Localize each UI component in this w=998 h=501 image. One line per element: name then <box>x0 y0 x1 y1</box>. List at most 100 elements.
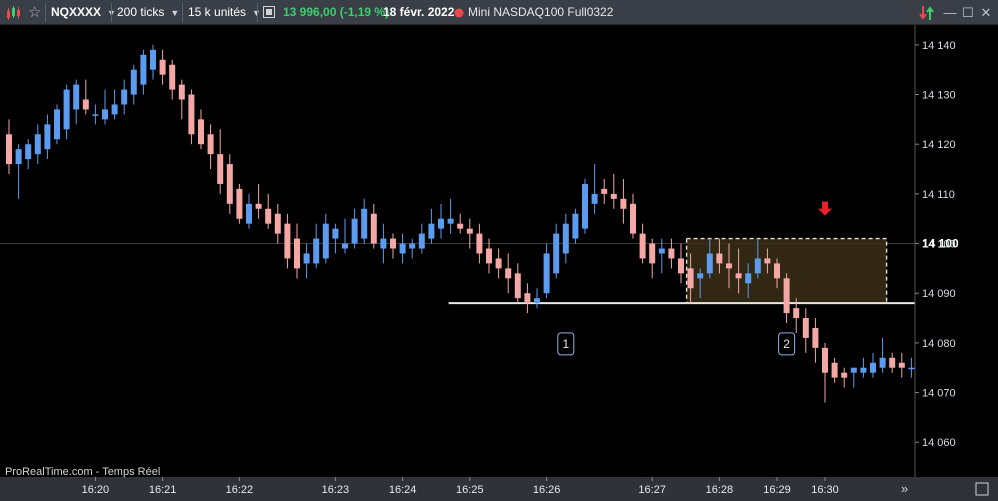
price-chart[interactable]: 12 14 14014 13014 12014 11014 10014 0901… <box>0 25 998 501</box>
candle-body <box>217 154 224 184</box>
candle-body <box>879 357 886 368</box>
candle-body <box>908 367 915 370</box>
instrument-name: Mini NASDAQ100 Full0322 <box>468 5 614 19</box>
candle-body <box>226 164 233 204</box>
candle-body <box>860 367 867 373</box>
candle-body <box>390 238 396 249</box>
candle-body <box>351 218 358 244</box>
minimize-button[interactable]: — <box>942 0 958 25</box>
candle-body <box>25 144 32 160</box>
candle-body <box>294 238 300 269</box>
candle-body <box>774 263 780 279</box>
candle-body <box>207 134 214 155</box>
y-tick-label: 14 060 <box>922 437 956 449</box>
candle-body <box>658 248 665 254</box>
candle-body <box>889 357 896 368</box>
candle-body <box>553 233 560 274</box>
candle-body <box>793 308 800 319</box>
candle-body <box>486 248 492 264</box>
candle-body <box>188 94 195 135</box>
candle-body <box>54 109 60 140</box>
candle-body <box>169 64 176 90</box>
x-tick-label: 16:23 <box>322 484 350 496</box>
candle-body <box>380 238 387 249</box>
y-tick-label: 14 140 <box>922 40 956 52</box>
candle-body <box>34 134 41 155</box>
candle-body <box>668 248 675 259</box>
candle-body <box>322 223 329 259</box>
candle-body <box>178 84 185 100</box>
candle-body <box>284 223 291 259</box>
candle-body <box>562 223 569 254</box>
candle-body <box>591 193 598 204</box>
y-tick-label: 14 080 <box>922 338 956 350</box>
candle-body <box>514 273 521 299</box>
candle-body <box>687 268 694 289</box>
toggle-icon[interactable] <box>263 0 275 25</box>
y-tick-label: 14 120 <box>922 139 956 151</box>
candle-body <box>121 89 128 105</box>
candle-body <box>409 243 416 249</box>
candle-body <box>649 243 656 264</box>
candle-body <box>802 318 809 338</box>
toolbar: ☆ NQXXXX▼ 200 ticks ▼ 15 k unités▼ 13 996… <box>0 0 998 25</box>
candle-body <box>102 109 108 120</box>
candle-body <box>898 362 905 368</box>
candle-body <box>265 208 272 224</box>
symbol-select[interactable]: NQXXXX▼ <box>51 0 116 25</box>
candle-body <box>812 327 819 348</box>
candle-body <box>438 218 444 229</box>
candle-body <box>466 228 473 234</box>
candle-body <box>630 203 636 234</box>
current-price-label: 14 100 <box>922 237 959 251</box>
candle-body <box>457 223 464 229</box>
watermark: ProRealTime.com - Temps Réel <box>5 466 160 478</box>
x-tick-label: 16:29 <box>763 484 791 496</box>
scroll-right-icon[interactable]: » <box>901 481 908 496</box>
units-select[interactable]: 15 k unités▼ <box>188 0 261 25</box>
candle-body <box>582 183 588 229</box>
candle-body <box>255 203 262 209</box>
candle-body <box>764 258 771 264</box>
candle-body <box>745 273 752 284</box>
x-tick-label: 16:26 <box>533 484 561 496</box>
candle-body <box>342 243 348 249</box>
interval-label: 200 ticks <box>117 5 165 19</box>
candle-body <box>754 258 761 274</box>
candle-body <box>822 347 828 373</box>
candle-body <box>783 278 790 314</box>
candle-body <box>92 114 99 116</box>
y-axis-labels: 14 140 14 130 14 120 14 110 14 100 14 090 14 0… <box>915 40 959 449</box>
candle-body <box>428 223 435 239</box>
candle-body <box>850 367 857 373</box>
candle-body <box>63 89 70 130</box>
candle-body <box>399 243 406 254</box>
star-icon[interactable]: ☆ <box>28 0 41 25</box>
candle-body <box>6 134 12 165</box>
x-tick-label: 16:25 <box>456 484 484 496</box>
candle-body <box>274 213 281 234</box>
x-tick-label: 16:21 <box>149 484 177 496</box>
arrows-icon[interactable] <box>918 0 936 25</box>
candle-body <box>572 213 579 239</box>
x-tick-label: 16:24 <box>389 484 417 496</box>
candle-body <box>130 69 137 95</box>
candle-body <box>524 293 531 304</box>
last-price: 13 996,00 (-1,19 %) <box>283 0 389 25</box>
annotation-label-2: 2 <box>783 337 790 351</box>
y-tick-label: 14 090 <box>922 288 956 300</box>
interval-select[interactable]: 200 ticks ▼ <box>117 0 179 25</box>
chart-icon[interactable] <box>5 0 25 25</box>
maximize-button[interactable]: ☐ <box>960 0 976 25</box>
price-change: (-1,19 %) <box>339 5 390 19</box>
close-button[interactable]: ✕ <box>978 0 994 25</box>
x-tick-label: 16:27 <box>638 484 666 496</box>
candle-body <box>620 198 627 209</box>
candle-body <box>140 54 147 85</box>
candle-body <box>870 362 876 373</box>
candle-body <box>303 253 310 264</box>
candle-body <box>543 253 550 294</box>
candle-body <box>159 59 166 75</box>
x-tick-label: 16:30 <box>811 484 839 496</box>
symbol-label: NQXXXX <box>51 5 102 19</box>
